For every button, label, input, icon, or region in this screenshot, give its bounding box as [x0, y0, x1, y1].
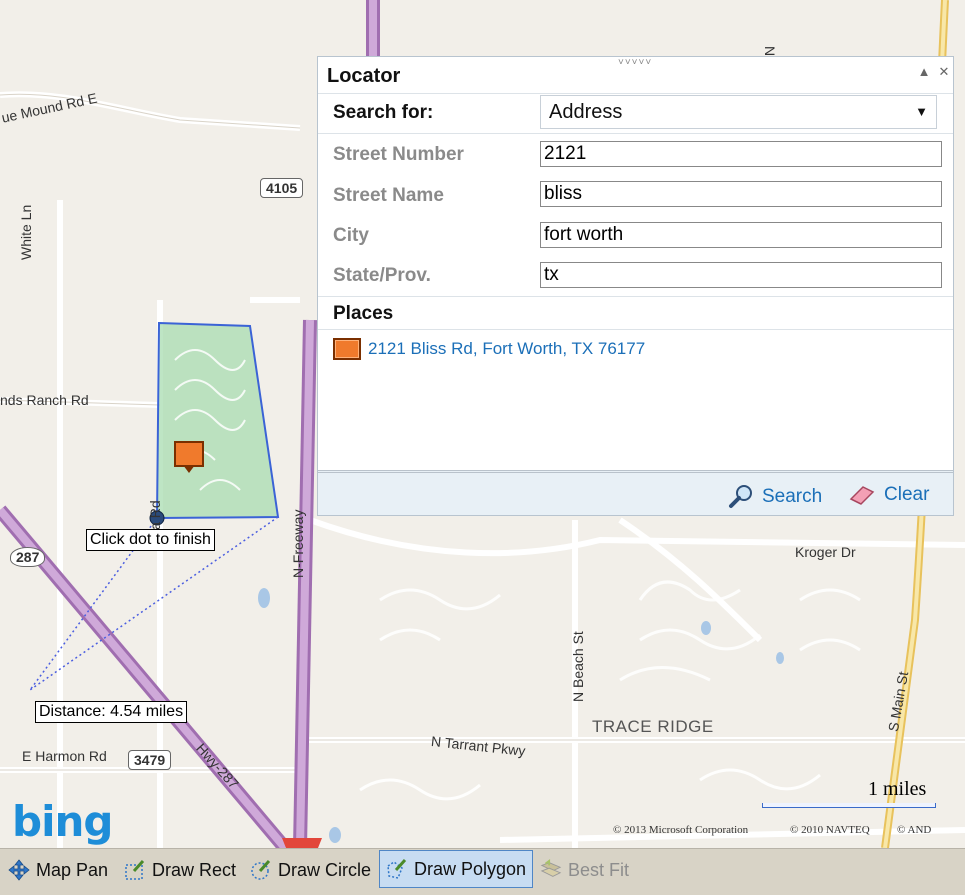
route-shield-287: 287	[10, 547, 46, 567]
street-name-input[interactable]	[540, 181, 942, 207]
state-input[interactable]	[540, 262, 942, 288]
map-label-n-beach: N Beach St	[570, 631, 586, 702]
state-label: State/Prov.	[333, 265, 431, 286]
draw-circle-icon	[250, 859, 272, 881]
place-marker-icon	[333, 338, 361, 360]
street-number-label: Street Number	[333, 144, 464, 165]
copyright-and: © AND	[897, 824, 932, 836]
best-fit-icon	[540, 859, 562, 881]
place-result[interactable]: 2121 Bliss Rd, Fort Worth, TX 76177	[333, 338, 645, 360]
draw-polygon-icon	[386, 858, 408, 880]
place-result-link[interactable]: 2121 Bliss Rd, Fort Worth, TX 76177	[368, 339, 645, 359]
map-toolbar: Map Pan Draw Rect Draw Circle Draw Polyg…	[0, 848, 965, 895]
bing-logo: bing	[12, 797, 113, 846]
clear-button[interactable]: Clear	[848, 484, 929, 506]
street-number-input[interactable]	[540, 141, 942, 167]
draw-circle-label: Draw Circle	[278, 859, 372, 880]
scale-bar	[762, 803, 936, 808]
map-label-ranch-rd: nds Ranch Rd	[0, 392, 89, 408]
draw-rect-label: Draw Rect	[152, 859, 237, 880]
locator-panel: ˅˅˅˅˅ Locator ▲ ✕ Search for: Address ▼ …	[317, 56, 954, 516]
map-label-trace-ridge: TRACE RIDGE	[592, 717, 714, 736]
search-button[interactable]: Search	[728, 484, 822, 510]
map-label-n-top: N	[762, 46, 778, 57]
draw-rect-icon	[124, 859, 146, 881]
search-for-select[interactable]: Address ▼	[540, 95, 937, 129]
map-label-n-freeway: N-Freeway	[290, 509, 306, 578]
scale-label: 1 miles	[868, 778, 927, 800]
pan-arrows-icon	[8, 859, 30, 881]
route-shield-4105: 4105	[260, 178, 304, 198]
best-fit-button[interactable]: Best Fit	[534, 851, 635, 889]
panel-footer: Search Clear	[318, 470, 953, 515]
draw-circle-button[interactable]: Draw Circle	[244, 851, 377, 889]
collapse-icon[interactable]: ▲	[917, 65, 931, 79]
distance-readout: Distance: 4.54 miles	[35, 701, 188, 723]
map-label-kroger: Kroger Dr	[795, 544, 856, 560]
places-heading: Places	[333, 303, 394, 324]
close-icon[interactable]: ✕	[937, 65, 951, 79]
map-label-white-ln: White Ln	[18, 204, 34, 260]
map-label-e-harmon: E Harmon Rd	[22, 748, 107, 764]
draw-rect-button[interactable]: Draw Rect	[118, 851, 242, 889]
eraser-icon	[849, 486, 875, 505]
map-pan-label: Map Pan	[36, 859, 109, 880]
search-button-label: Search	[762, 486, 823, 507]
map-pan-button[interactable]: Map Pan	[2, 851, 114, 889]
drawn-polygon	[155, 321, 280, 520]
location-marker-icon[interactable]	[174, 441, 204, 475]
copyright-navteq: © 2010 NAVTEQ	[790, 824, 870, 836]
street-name-label: Street Name	[333, 185, 444, 206]
search-for-value: Address	[549, 101, 623, 123]
panel-title: Locator	[327, 65, 401, 87]
copyright-microsoft: © 2013 Microsoft Corporation	[613, 824, 749, 836]
best-fit-label: Best Fit	[568, 859, 630, 880]
chevron-down-icon: ▼	[915, 104, 928, 119]
drag-handle-icon[interactable]: ˅˅˅˅˅	[618, 57, 652, 68]
draw-polygon-button[interactable]: Draw Polygon	[379, 850, 534, 888]
city-input[interactable]	[540, 222, 942, 248]
route-shield-3479: 3479	[128, 750, 172, 770]
finish-hint: Click dot to finish	[86, 529, 215, 551]
magnifier-icon	[729, 485, 752, 508]
clear-button-label: Clear	[884, 484, 930, 505]
search-for-label: Search for:	[333, 102, 434, 123]
draw-polygon-label: Draw Polygon	[414, 858, 527, 879]
city-label: City	[333, 225, 369, 246]
